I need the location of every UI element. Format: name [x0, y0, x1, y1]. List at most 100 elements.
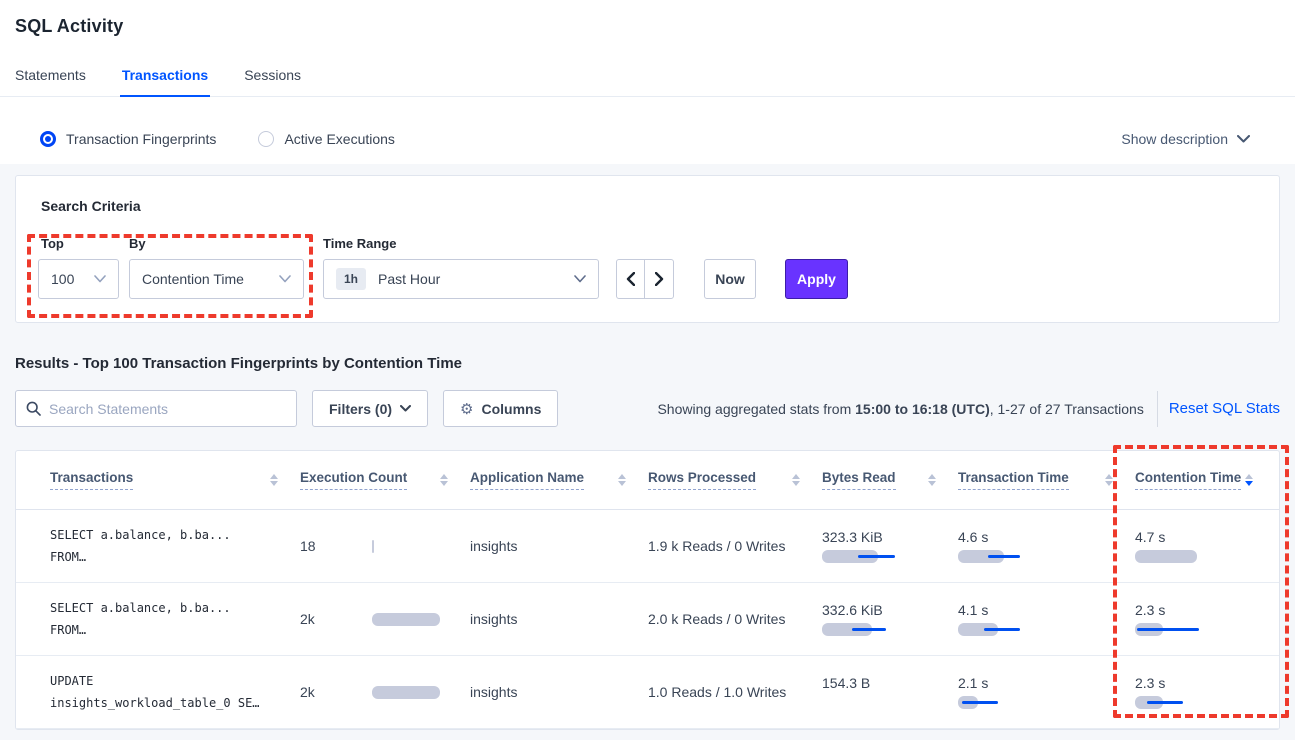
- radio-label: Transaction Fingerprints: [66, 131, 216, 147]
- sort-icon-active-desc[interactable]: [1245, 474, 1253, 486]
- bytes-read-bar: [822, 550, 914, 563]
- time-range-label: Time Range: [323, 236, 396, 251]
- tab-transactions[interactable]: Transactions: [122, 67, 208, 96]
- radio-active-executions[interactable]: Active Executions: [258, 131, 395, 147]
- transaction-time-bar: [958, 623, 1050, 636]
- toolbar-divider: [1157, 391, 1158, 427]
- contention-time-bar: [1135, 623, 1227, 636]
- radio-label: Active Executions: [284, 131, 395, 147]
- column-label[interactable]: Rows Processed: [648, 470, 756, 490]
- time-range-badge: 1h: [336, 268, 366, 290]
- header-application-name: Application Name: [470, 470, 648, 490]
- bytes-read-cell: 154.3 B: [822, 675, 958, 709]
- bytes-read-bar: [822, 623, 914, 636]
- transaction-time-cell: 4.1 s: [958, 602, 1135, 636]
- sort-icon[interactable]: [618, 474, 626, 486]
- filters-label: Filters (0): [329, 401, 392, 417]
- top-select[interactable]: 100: [38, 259, 119, 299]
- prev-time-button[interactable]: [617, 260, 645, 298]
- top-select-value: 100: [51, 271, 74, 287]
- table-row: UPDATE insights_workload_table_0 SE… 2k …: [16, 656, 1279, 729]
- rows-processed-cell: 2.0 k Reads / 0 Writes: [648, 611, 822, 627]
- radio-transaction-fingerprints[interactable]: Transaction Fingerprints: [40, 131, 216, 147]
- sort-icon[interactable]: [270, 474, 278, 486]
- contention-time-cell: 4.7 s: [1135, 529, 1275, 563]
- columns-button[interactable]: ⚙ Columns: [443, 390, 558, 427]
- search-criteria-heading: Search Criteria: [41, 198, 141, 214]
- chevron-left-icon: [626, 272, 635, 286]
- rows-processed-cell: 1.0 Reads / 1.0 Writes: [648, 684, 822, 700]
- radio-unselected-icon: [258, 131, 274, 147]
- chevron-right-icon: [655, 272, 664, 286]
- column-label[interactable]: Contention Time: [1135, 470, 1241, 490]
- transaction-time-bar: [958, 696, 1050, 709]
- search-criteria-panel: Search Criteria Top 100 By Contention Ti…: [15, 175, 1280, 323]
- by-select-value: Contention Time: [142, 271, 244, 287]
- tab-statements[interactable]: Statements: [15, 67, 86, 96]
- column-label[interactable]: Execution Count: [300, 470, 407, 490]
- results-toolbar: Filters (0) ⚙ Columns Showing aggregated…: [15, 390, 1280, 427]
- gear-icon: ⚙: [460, 400, 473, 418]
- reset-sql-stats-link[interactable]: Reset SQL Stats: [1169, 400, 1280, 417]
- aggregated-stats-text: Showing aggregated stats from 15:00 to 1…: [657, 401, 1143, 417]
- column-label[interactable]: Application Name: [470, 470, 584, 490]
- sort-icon[interactable]: [1105, 474, 1113, 486]
- chevron-down-icon: [94, 275, 106, 283]
- header-transaction-time: Transaction Time: [958, 470, 1135, 490]
- rows-processed-cell: 1.9 k Reads / 0 Writes: [648, 538, 822, 554]
- application-name-cell: insights: [470, 538, 648, 554]
- chevron-down-icon: [1237, 135, 1250, 143]
- bytes-read-cell: 323.3 KiB: [822, 529, 958, 563]
- now-button[interactable]: Now: [704, 259, 756, 299]
- chevron-down-icon: [279, 275, 291, 283]
- view-toggle-bar: Transaction Fingerprints Active Executio…: [0, 113, 1295, 164]
- page-title: SQL Activity: [0, 0, 1295, 37]
- contention-time-cell: 2.3 s: [1135, 602, 1275, 636]
- table-row: SELECT a.balance, b.ba... FROM… 18 insig…: [16, 510, 1279, 583]
- page-body: Transaction Fingerprints Active Executio…: [0, 113, 1295, 740]
- next-time-button[interactable]: [645, 260, 673, 298]
- contention-time-bar: [1135, 696, 1227, 709]
- application-name-cell: insights: [470, 684, 648, 700]
- filters-button[interactable]: Filters (0): [312, 390, 428, 427]
- transaction-fingerprint-link[interactable]: SELECT a.balance, b.ba... FROM…: [50, 597, 300, 641]
- table-header-row: Transactions Execution Count Application…: [16, 451, 1279, 510]
- sort-icon[interactable]: [928, 474, 936, 486]
- time-range-value: Past Hour: [378, 271, 440, 287]
- application-name-cell: insights: [470, 611, 648, 627]
- by-select[interactable]: Contention Time: [129, 259, 304, 299]
- column-label[interactable]: Transaction Time: [958, 470, 1069, 490]
- search-input[interactable]: [49, 401, 286, 417]
- contention-time-cell: 2.3 s: [1135, 675, 1275, 709]
- column-label[interactable]: Bytes Read: [822, 470, 896, 490]
- page-header: SQL Activity Statements Transactions Ses…: [0, 0, 1295, 97]
- time-range-select[interactable]: 1h Past Hour: [323, 259, 599, 299]
- search-box: [15, 390, 297, 427]
- execution-count-bar: [372, 540, 442, 553]
- transaction-fingerprint-link[interactable]: UPDATE insights_workload_table_0 SE…: [50, 670, 300, 714]
- header-contention-time: Contention Time: [1135, 470, 1275, 490]
- tab-sessions[interactable]: Sessions: [244, 67, 301, 96]
- transaction-fingerprint-link[interactable]: SELECT a.balance, b.ba... FROM…: [50, 524, 300, 568]
- header-rows-processed: Rows Processed: [648, 470, 822, 490]
- bytes-read-bar: [822, 696, 914, 709]
- search-icon: [26, 401, 41, 416]
- transactions-table: Transactions Execution Count Application…: [15, 450, 1280, 730]
- transaction-time-cell: 2.1 s: [958, 675, 1135, 709]
- column-label[interactable]: Transactions: [50, 470, 133, 490]
- execution-count-bar: [372, 613, 442, 626]
- bytes-read-cell: 332.6 KiB: [822, 602, 958, 636]
- by-label: By: [129, 236, 146, 251]
- show-description-toggle[interactable]: Show description: [1121, 131, 1250, 147]
- top-label: Top: [41, 236, 64, 251]
- table-row: SELECT a.balance, b.ba... FROM… 2k insig…: [16, 583, 1279, 656]
- sort-icon[interactable]: [440, 474, 448, 486]
- stats-time-range: 15:00 to 16:18 (UTC): [855, 401, 990, 417]
- execution-count-cell: 2k: [300, 684, 470, 700]
- header-transactions: Transactions: [50, 470, 300, 490]
- time-range-nav: [616, 259, 674, 299]
- apply-button[interactable]: Apply: [785, 259, 848, 299]
- execution-count-bar: [372, 686, 442, 699]
- sort-icon[interactable]: [792, 474, 800, 486]
- header-execution-count: Execution Count: [300, 470, 470, 490]
